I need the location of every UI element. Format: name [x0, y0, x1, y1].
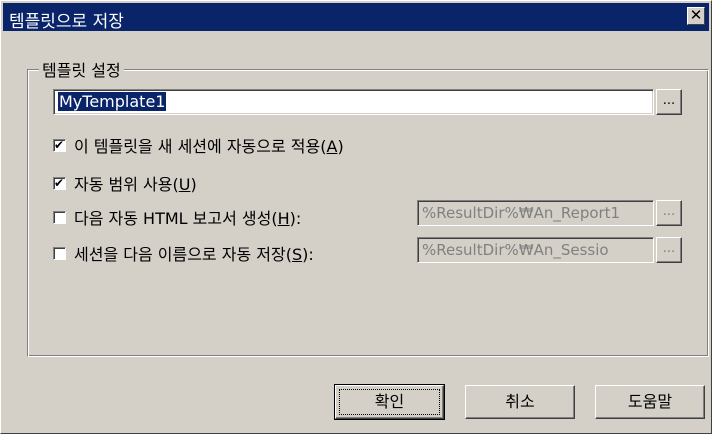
auto-save-label: 세션을 다음 이름으로 자동 저장(S):	[74, 241, 314, 265]
auto-apply-checkbox[interactable]: ✔	[53, 137, 66, 152]
ok-button[interactable]: 확인	[334, 384, 445, 420]
template-name-input[interactable]: MyTemplate1	[53, 89, 654, 115]
label-suffix: ):	[302, 245, 314, 264]
session-path-value: %ResultDir%₩An_Sessio	[422, 241, 609, 259]
session-path-input[interactable]: %ResultDir%₩An_Sessio	[417, 237, 654, 263]
report-browse-button[interactable]: ...	[656, 200, 682, 226]
auto-range-label: 자동 범위 사용(U)	[74, 171, 197, 195]
mnemonic: S	[291, 245, 303, 264]
option-html-report[interactable]: 다음 자동 HTML 보고서 생성(H):	[53, 205, 301, 229]
mnemonic: U	[178, 175, 191, 194]
cancel-button[interactable]: 취소	[465, 385, 575, 419]
label-suffix: )	[190, 175, 197, 194]
report-path-input[interactable]: %ResultDir%₩An_Report1	[417, 200, 654, 226]
report-path-value: %ResultDir%₩An_Report1	[422, 204, 621, 222]
mnemonic: H	[277, 209, 290, 228]
close-icon[interactable]: ✕	[687, 7, 705, 25]
help-button[interactable]: 도움말	[595, 385, 705, 419]
label-text: 세션을 다음 이름으로 자동 저장(	[74, 245, 292, 264]
check-icon: ✔	[54, 137, 65, 152]
save-as-template-dialog: 템플릿으로 저장 ✕ 템플릿 설정 MyTemplate1 ... ✔ 이 템플…	[0, 0, 712, 434]
label-text: 이 템플릿을 새 세션에 자동으로 적용(	[74, 137, 327, 156]
label-suffix: ):	[289, 209, 302, 228]
session-browse-button[interactable]: ...	[656, 237, 682, 263]
template-browse-button[interactable]: ...	[656, 89, 682, 115]
html-report-label: 다음 자동 HTML 보고서 생성(H):	[74, 205, 301, 229]
window-title: 템플릿으로 저장	[9, 12, 124, 32]
option-auto-save-session[interactable]: 세션을 다음 이름으로 자동 저장(S):	[53, 241, 314, 265]
label-suffix: )	[337, 137, 344, 156]
html-report-checkbox[interactable]	[53, 210, 66, 224]
title-bar: 템플릿으로 저장 ✕	[3, 3, 709, 32]
check-icon: ✔	[54, 175, 65, 190]
mnemonic: A	[326, 137, 338, 156]
auto-apply-label: 이 템플릿을 새 세션에 자동으로 적용(A)	[74, 133, 344, 157]
auto-range-checkbox[interactable]: ✔	[53, 175, 66, 190]
label-text: 다음 자동 HTML 보고서 생성(	[74, 209, 278, 228]
option-auto-range[interactable]: ✔ 자동 범위 사용(U)	[53, 171, 197, 195]
group-legend: 템플릿 설정	[39, 57, 124, 81]
option-auto-apply[interactable]: ✔ 이 템플릿을 새 세션에 자동으로 적용(A)	[53, 133, 344, 157]
template-name-value: MyTemplate1	[58, 92, 167, 111]
auto-save-checkbox[interactable]	[53, 246, 66, 260]
label-text: 자동 범위 사용(	[74, 175, 179, 194]
